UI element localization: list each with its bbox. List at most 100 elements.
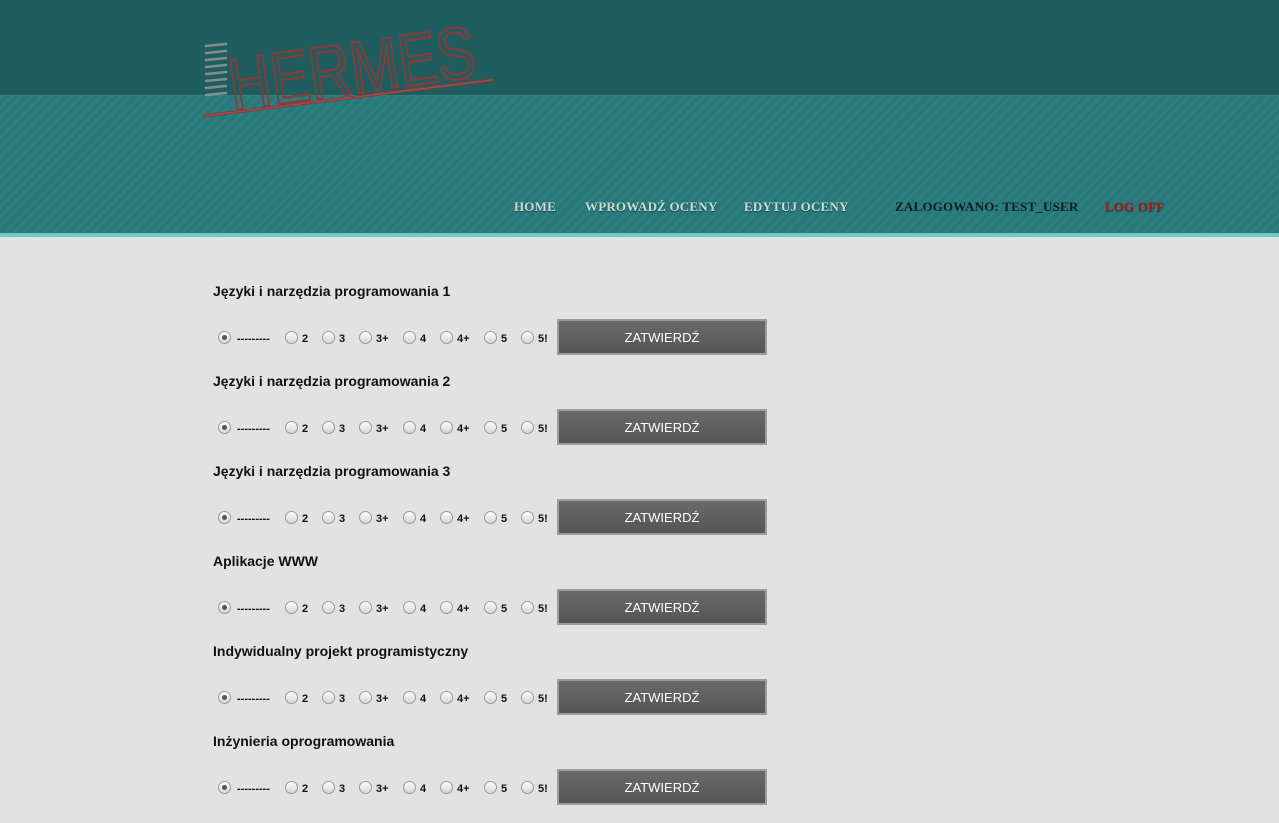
grade-option-label: 3 xyxy=(339,603,346,615)
grade-option-label: 5! xyxy=(538,423,548,435)
grade-radio[interactable] xyxy=(484,511,497,524)
grade-option-label: 4+ xyxy=(457,783,470,795)
nav-home-link[interactable]: HOME xyxy=(514,199,556,215)
grade-radio[interactable] xyxy=(218,421,231,434)
grade-radio[interactable] xyxy=(218,781,231,794)
grade-radio[interactable] xyxy=(285,331,298,344)
submit-grade-button[interactable]: ZATWIERDŹ xyxy=(557,589,767,625)
grade-radio[interactable] xyxy=(218,691,231,704)
grade-radio[interactable] xyxy=(521,421,534,434)
grade-selector: --------- 2 3 3+ 4 4+ 5 5! ZATWIERDŹ xyxy=(213,589,773,625)
grade-radio[interactable] xyxy=(285,511,298,524)
grade-radio[interactable] xyxy=(521,691,534,704)
course-title: Języki i narzędzia programowania 2 xyxy=(213,373,451,389)
grade-radio[interactable] xyxy=(440,691,453,704)
grade-radio[interactable] xyxy=(359,691,372,704)
grade-radio[interactable] xyxy=(403,511,416,524)
grade-option-label: 3+ xyxy=(376,783,389,795)
grade-option-label: --------- xyxy=(237,333,270,345)
course-title: Inżynieria oprogramowania xyxy=(213,733,395,749)
grade-option-label: 4 xyxy=(420,693,427,705)
grade-option-label: 4 xyxy=(420,513,427,525)
grade-radio[interactable] xyxy=(322,421,335,434)
grade-radio[interactable] xyxy=(359,511,372,524)
header-top-band xyxy=(0,0,1279,95)
grade-radio[interactable] xyxy=(359,421,372,434)
grade-option-label: --------- xyxy=(237,513,270,525)
course-title: Aplikacje WWW xyxy=(213,553,319,569)
course-title: Języki i narzędzia programowania 1 xyxy=(213,283,451,299)
grade-radio[interactable] xyxy=(285,691,298,704)
logo-text: HERMES xyxy=(223,10,480,123)
grade-radio[interactable] xyxy=(322,601,335,614)
grade-selector: --------- 2 3 3+ 4 4+ 5 5! ZATWIERDŹ xyxy=(213,319,773,355)
grade-option-label: 3 xyxy=(339,783,346,795)
grade-radio[interactable] xyxy=(322,331,335,344)
grade-option-label: 5 xyxy=(501,603,508,615)
submit-grade-button[interactable]: ZATWIERDŹ xyxy=(557,679,767,715)
hermes-logo[interactable]: HERMES xyxy=(200,8,500,123)
grade-radio[interactable] xyxy=(440,331,453,344)
grade-option-label: --------- xyxy=(237,783,270,795)
grade-radio[interactable] xyxy=(403,691,416,704)
grade-radio[interactable] xyxy=(440,781,453,794)
grade-radio[interactable] xyxy=(285,421,298,434)
grade-radio[interactable] xyxy=(359,331,372,344)
grade-option-label: --------- xyxy=(237,693,270,705)
grade-radio[interactable] xyxy=(218,601,231,614)
grade-option-label: 4 xyxy=(420,783,427,795)
grade-radio[interactable] xyxy=(285,781,298,794)
grade-option-label: 5! xyxy=(538,333,548,345)
grade-radio[interactable] xyxy=(322,781,335,794)
grade-radio[interactable] xyxy=(440,421,453,434)
grade-option-label: 4 xyxy=(420,423,427,435)
grade-radio[interactable] xyxy=(440,511,453,524)
grade-option-label: 3 xyxy=(339,423,346,435)
grade-radio[interactable] xyxy=(403,421,416,434)
grade-radio[interactable] xyxy=(484,601,497,614)
grade-radio[interactable] xyxy=(403,331,416,344)
grade-option-label: 5! xyxy=(538,783,548,795)
submit-grade-button[interactable]: ZATWIERDŹ xyxy=(557,769,767,805)
submit-grade-button[interactable]: ZATWIERDŹ xyxy=(557,499,767,535)
grade-radio[interactable] xyxy=(484,421,497,434)
nav-enter-grades-link[interactable]: WPROWADŹ OCENY xyxy=(585,199,717,215)
grade-radio[interactable] xyxy=(403,781,416,794)
grade-radio[interactable] xyxy=(484,691,497,704)
grade-radio[interactable] xyxy=(521,601,534,614)
grade-option-label: 5 xyxy=(501,783,508,795)
grade-radio[interactable] xyxy=(521,781,534,794)
grade-option-label: 4+ xyxy=(457,693,470,705)
grade-option-label: 3 xyxy=(339,333,346,345)
log-off-link[interactable]: LOG OFF xyxy=(1105,199,1165,215)
grade-option-label: 4+ xyxy=(457,513,470,525)
grade-option-label: 3+ xyxy=(376,423,389,435)
grade-radio[interactable] xyxy=(285,601,298,614)
grade-option-label: --------- xyxy=(237,603,270,615)
grade-radio[interactable] xyxy=(322,511,335,524)
grade-option-label: 3+ xyxy=(376,333,389,345)
grade-radio[interactable] xyxy=(322,691,335,704)
grade-radio[interactable] xyxy=(521,511,534,524)
grade-radio[interactable] xyxy=(521,331,534,344)
grade-radio[interactable] xyxy=(218,331,231,344)
grade-radio[interactable] xyxy=(359,601,372,614)
grade-radio[interactable] xyxy=(484,331,497,344)
grade-radio[interactable] xyxy=(440,601,453,614)
nav-edit-grades-link[interactable]: EDYTUJ OCENY xyxy=(744,199,849,215)
submit-grade-button[interactable]: ZATWIERDŹ xyxy=(557,319,767,355)
grade-option-label: 2 xyxy=(302,423,309,435)
grade-option-label: 2 xyxy=(302,603,309,615)
grade-radio[interactable] xyxy=(218,511,231,524)
grade-radio[interactable] xyxy=(359,781,372,794)
grade-option-label: 4+ xyxy=(457,603,470,615)
grade-radio[interactable] xyxy=(403,601,416,614)
grade-option-label: 3 xyxy=(339,693,346,705)
submit-grade-button[interactable]: ZATWIERDŹ xyxy=(557,409,767,445)
grade-option-label: 5! xyxy=(538,693,548,705)
grade-radio[interactable] xyxy=(484,781,497,794)
site-header: HERMES HOME WPROWADŹ OCENY EDYTUJ OCENY … xyxy=(0,0,1279,237)
logged-in-user: ZALOGOWANO: TEST_USER xyxy=(895,199,1079,214)
grade-selector: --------- 2 3 3+ 4 4+ 5 5! ZATWIERDŹ xyxy=(213,679,773,715)
header-accent-line xyxy=(0,233,1279,237)
